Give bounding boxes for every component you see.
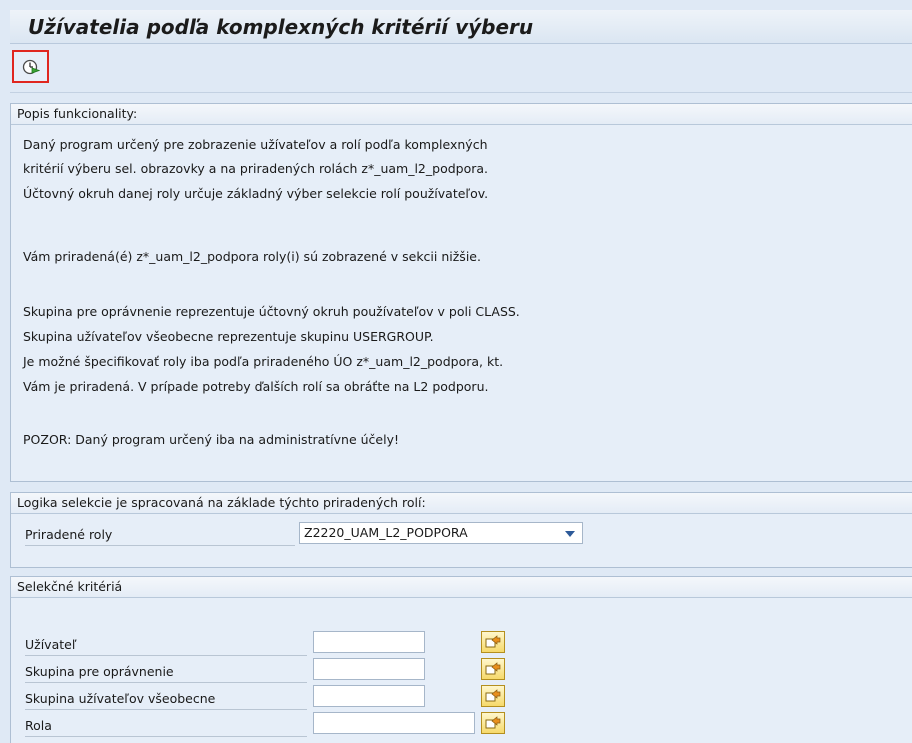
description-line: Vám je priradená. V prípade potreby ďalš… [23, 379, 489, 394]
execute-button[interactable] [12, 50, 49, 83]
description-line: kritérií výberu sel. obrazovky a na prir… [23, 161, 489, 176]
multiple-selection-arrow-icon [485, 635, 501, 648]
assigned-roles-header: Logika selekcie je spracovaná na základe… [11, 493, 912, 514]
field-underline [25, 545, 295, 546]
user-group-multiple-selection-button[interactable] [481, 685, 505, 707]
authorization-group-input[interactable] [313, 658, 425, 680]
selection-criteria-header: Selekčné kritériá [11, 577, 912, 598]
multiple-selection-arrow-icon [485, 689, 501, 702]
description-group: Popis funkcionality: Daný program určený… [10, 103, 912, 482]
description-line: Je možné špecifikovať roly iba podľa pri… [23, 354, 504, 369]
field-underline [25, 709, 307, 710]
chevron-down-icon [565, 531, 575, 537]
role-label: Rola [25, 718, 52, 733]
application-toolbar [10, 45, 912, 93]
description-line: Vám priradená(é) z*_uam_l2_podpora roly(… [23, 249, 481, 264]
description-line: Skupina pre oprávnenie reprezentuje účto… [23, 304, 520, 319]
user-multiple-selection-button[interactable] [481, 631, 505, 653]
description-line: Daný program určený pre zobrazenie užíva… [23, 137, 488, 152]
field-underline [25, 736, 307, 737]
field-underline [25, 655, 307, 656]
field-underline [25, 682, 307, 683]
role-multiple-selection-button[interactable] [481, 712, 505, 734]
user-input[interactable] [313, 631, 425, 653]
description-line: Skupina užívateľov všeobecne reprezentuj… [23, 329, 434, 344]
role-input[interactable] [313, 712, 475, 734]
authorization-group-label: Skupina pre oprávnenie [25, 664, 174, 679]
assigned-roles-group: Logika selekcie je spracovaná na základe… [10, 492, 912, 568]
assigned-roles-label: Priradené roly [25, 527, 113, 542]
authorization-group-multiple-selection-button[interactable] [481, 658, 505, 680]
user-group-input[interactable] [313, 685, 425, 707]
selection-criteria-group: Selekčné kritériá Užívateľ Skupina pre o… [10, 576, 912, 743]
multiple-selection-arrow-icon [485, 716, 501, 729]
description-line: Účtovný okruh danej roly určuje základný… [23, 186, 489, 201]
user-label: Užívateľ [25, 637, 77, 652]
user-group-label: Skupina užívateľov všeobecne [25, 691, 216, 706]
multiple-selection-arrow-icon [485, 662, 501, 675]
description-line: POZOR: Daný program určený iba na admini… [23, 432, 399, 447]
page-title: Užívatelia podľa komplexných kritérií vý… [28, 15, 534, 39]
title-bar: Užívatelia podľa komplexných kritérií vý… [10, 10, 912, 44]
execute-clock-icon [22, 59, 40, 74]
assigned-roles-dropdown[interactable]: Z2220_UAM_L2_PODPORA [299, 522, 583, 544]
assigned-roles-value: Z2220_UAM_L2_PODPORA [304, 525, 468, 540]
description-header: Popis funkcionality: [11, 104, 912, 125]
